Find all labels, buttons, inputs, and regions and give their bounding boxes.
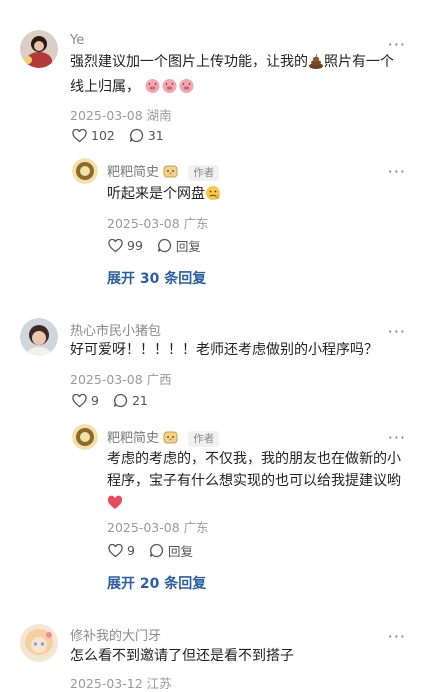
reply-actions: 99 回复 (108, 236, 215, 255)
reply-text: 听起来是个网盘 (107, 183, 221, 208)
reply-date: 2025-03-08 (107, 216, 180, 231)
reply-label: 回复 (175, 239, 201, 254)
hamster-emoji-icon (163, 164, 178, 183)
reply-label: 回复 (167, 544, 193, 559)
more-dots-icon[interactable]: ··· (388, 164, 406, 180)
comment-location: 广西 (146, 372, 172, 387)
comment-text-line1-tail: 照片有一个 (324, 54, 394, 70)
poop-emoji-icon (308, 53, 324, 76)
reply-actions: 9 回复 (108, 541, 207, 560)
reply-location: 广东 (183, 520, 209, 535)
comment-meta: 2025-03-08 广西 (70, 369, 172, 388)
reply-location: 广东 (183, 216, 209, 231)
comment-text: 强烈建议加一个图片上传功能，让我的 照片有一个 线上归属， (70, 51, 410, 101)
author-badge: 作者 (188, 431, 220, 447)
comment-bubble-icon (113, 393, 128, 408)
pig-face-icon (178, 77, 195, 101)
reply-button[interactable]: 回复 (149, 541, 193, 560)
reply-text: 考虑的考虑的，不仅我，我的朋友也在做新的小 程序，宝子有什么想实现的也可以给我提… (107, 448, 401, 517)
comment-actions: 102 31 (72, 128, 178, 143)
like-count: 102 (91, 128, 115, 143)
like-button[interactable]: 9 (72, 393, 99, 408)
commenter-name[interactable]: 热心市民小猪包 (70, 320, 161, 339)
reply-meta: 2025-03-08 广东 (107, 517, 209, 536)
more-dots-icon[interactable]: ··· (388, 629, 406, 645)
author-badge: 作者 (188, 165, 220, 181)
like-button[interactable]: 9 (108, 543, 135, 558)
author-name-row: 粑粑简史 作者 (107, 161, 220, 183)
reply-date: 2025-03-08 (107, 520, 180, 535)
like-count: 9 (91, 393, 99, 408)
author-name-row: 粑粑简史 作者 (107, 427, 220, 449)
like-count: 99 (127, 238, 143, 253)
reply-count-button[interactable]: 21 (113, 393, 148, 408)
author-name[interactable]: 粑粑简史 (107, 165, 159, 180)
author-name[interactable]: 粑粑简史 (107, 431, 159, 446)
more-dots-icon[interactable]: ··· (388, 37, 406, 53)
comment-date: 2025-03-08 (70, 108, 143, 123)
comment-date: 2025-03-08 (70, 372, 143, 387)
like-count: 9 (127, 543, 135, 558)
like-button[interactable]: 99 (108, 238, 143, 253)
heart-outline-icon (72, 128, 87, 142)
reply-text-content: 听起来是个网盘 (107, 186, 205, 202)
avatar[interactable] (20, 624, 58, 662)
reply-button[interactable]: 回复 (157, 236, 201, 255)
heart-outline-icon (108, 238, 123, 252)
comment-bubble-icon (129, 128, 143, 143)
reply-count: 21 (131, 393, 148, 408)
comment-actions: 9 21 (72, 393, 162, 408)
red-heart-icon (107, 495, 123, 517)
pig-face-icon (144, 77, 161, 101)
thinking-face-icon (205, 185, 221, 208)
author-avatar[interactable] (72, 158, 98, 184)
commenter-name[interactable]: Ye (70, 33, 84, 48)
avatar[interactable] (20, 318, 58, 356)
author-avatar[interactable] (72, 424, 98, 450)
more-dots-icon[interactable]: ··· (388, 324, 406, 340)
heart-outline-icon (108, 543, 123, 557)
avatar[interactable] (20, 30, 58, 68)
comment-text-line2: 线上归属， (70, 79, 140, 95)
hamster-emoji-icon (163, 430, 178, 449)
reply-text-line1: 考虑的考虑的，不仅我，我的朋友也在做新的小 (107, 451, 401, 467)
expand-replies-link[interactable]: 展开 20 条回复 (107, 573, 206, 593)
comment-location: 湖南 (146, 108, 172, 123)
comment-meta: 2025-03-12 江苏 (70, 673, 172, 692)
comment-text-line1: 强烈建议加一个图片上传功能，让我的 (70, 54, 308, 70)
reply-meta: 2025-03-08 广东 (107, 213, 209, 232)
pig-face-icon (161, 77, 178, 101)
commenter-name[interactable]: 修补我的大门牙 (70, 625, 161, 644)
like-button[interactable]: 102 (72, 128, 115, 143)
reply-count: 31 (147, 128, 164, 143)
expand-replies-link[interactable]: 展开 30 条回复 (107, 268, 206, 288)
comment-meta: 2025-03-08 湖南 (70, 105, 172, 124)
heart-outline-icon (72, 393, 87, 407)
comment-text: 好可爱呀！！！！！老师还考虑做别的小程序吗？ (70, 342, 378, 358)
comment-text: 怎么看不到邀请了但还是看不到搭子 (70, 648, 294, 664)
comment-bubble-icon (149, 543, 164, 558)
reply-count-button[interactable]: 31 (129, 128, 164, 143)
reply-text-line2: 程序，宝子有什么想实现的也可以给我提建议哟 (107, 473, 401, 489)
more-dots-icon[interactable]: ··· (388, 430, 406, 446)
comment-bubble-icon (157, 238, 172, 253)
